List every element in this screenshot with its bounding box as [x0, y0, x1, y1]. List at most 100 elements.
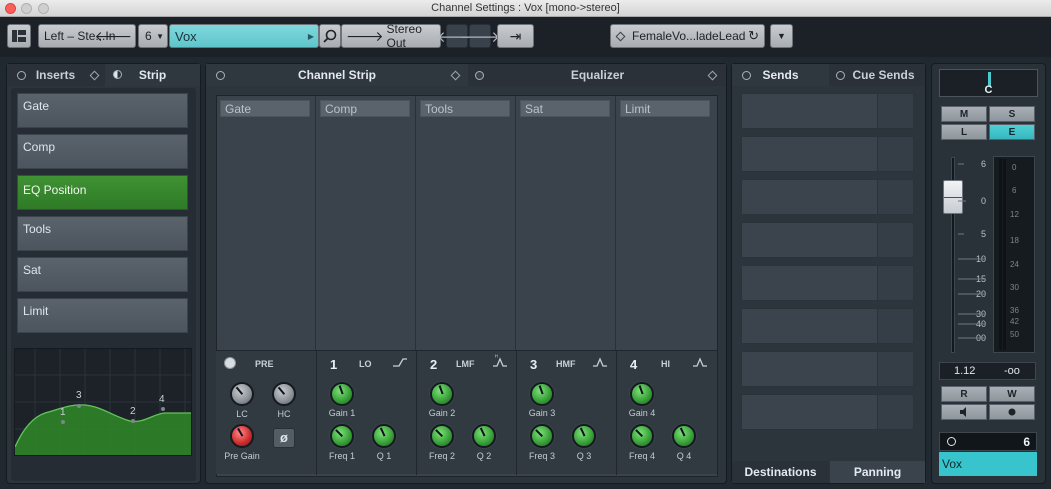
send-slot-8[interactable] [741, 394, 914, 430]
follow-selection-button[interactable]: ⇥ [497, 24, 534, 48]
input-routing-button[interactable]: Left – Ste...In 🡐 [38, 24, 136, 48]
strip-item-gate[interactable]: Gate [17, 93, 188, 128]
eq-node-1[interactable] [61, 420, 65, 424]
strip-item-eq-position[interactable]: EQ Position [17, 175, 188, 210]
eq-curve-display[interactable]: 1 3 2 4 [14, 348, 192, 456]
send-slot-3[interactable] [741, 179, 914, 215]
band-4-name: HI [661, 359, 670, 369]
freq-3-knob[interactable] [530, 424, 554, 448]
freq-2-knob[interactable] [430, 424, 454, 448]
gain-1-knob[interactable] [330, 382, 354, 406]
q-1-knob[interactable] [372, 424, 396, 448]
module-limit-slot[interactable]: Limit [620, 100, 710, 117]
peak-filter-icon[interactable]: ᴴ [492, 354, 508, 368]
monitor-button[interactable] [941, 404, 987, 420]
meter-peak-value[interactable]: -oo [1004, 365, 1020, 377]
svg-text:ᴴ: ᴴ [495, 354, 498, 361]
tab-equalizer[interactable]: Equalizer [469, 64, 726, 86]
gain-1-label: Gain 1 [328, 408, 356, 418]
send-slot-5[interactable] [741, 265, 914, 301]
hc-knob[interactable] [272, 382, 296, 406]
send-slot-4[interactable] [741, 222, 914, 258]
eq-node-2[interactable] [131, 419, 135, 423]
send-level[interactable] [877, 395, 913, 429]
eq-node-4[interactable] [161, 407, 165, 411]
gain-2-knob[interactable] [430, 382, 454, 406]
send-level[interactable] [877, 352, 913, 386]
eq-node-3[interactable] [77, 404, 81, 408]
gain-2-label: Gain 2 [428, 408, 456, 418]
q-3-knob[interactable] [572, 424, 596, 448]
freq-3-label: Freq 3 [528, 451, 555, 461]
send-slot-1[interactable] [741, 93, 914, 129]
q-1-label: Q 1 [376, 451, 392, 461]
send-slot-2[interactable] [741, 136, 914, 172]
tab-cue-sends[interactable]: Cue Sends [830, 64, 925, 86]
peak-filter-icon[interactable] [692, 356, 708, 368]
freq-4-knob[interactable] [630, 424, 654, 448]
module-sat-slot[interactable]: Sat [520, 100, 610, 117]
peak-filter-icon[interactable] [592, 356, 608, 368]
left-tabbar: Inserts Strip [7, 64, 200, 86]
send-level[interactable] [877, 309, 913, 343]
send-slot-7[interactable] [741, 351, 914, 387]
pre-gain-knob[interactable] [230, 424, 254, 448]
pan-control[interactable]: C [939, 69, 1038, 97]
q-4-knob[interactable] [672, 424, 696, 448]
q-2-knob[interactable] [472, 424, 496, 448]
edit-button[interactable]: E [989, 124, 1035, 140]
record-button[interactable] [989, 404, 1035, 420]
send-level[interactable] [877, 94, 913, 128]
tab-inserts[interactable]: Inserts [7, 64, 104, 86]
module-comp-slot[interactable]: Comp [320, 100, 410, 117]
send-slot-6[interactable] [741, 308, 914, 344]
tab-channel-strip[interactable]: Channel Strip [206, 64, 468, 86]
output-routing-button[interactable]: 🡒 Stereo Out [341, 22, 441, 50]
listen-button[interactable]: L [941, 124, 987, 140]
strip-item-limit[interactable]: Limit [17, 298, 188, 333]
gain-3-knob[interactable] [530, 382, 554, 406]
meter-scale-18: 18 [1010, 236, 1019, 245]
eq-node-2-label: 2 [130, 406, 136, 417]
preset-field[interactable]: FemaleVo...ladeLead ↻ [610, 24, 765, 48]
send-level[interactable] [877, 266, 913, 300]
send-level[interactable] [877, 137, 913, 171]
record-icon [1008, 408, 1016, 416]
write-automation-button[interactable]: W [989, 386, 1035, 402]
strip-item-sat[interactable]: Sat [17, 257, 188, 292]
read-automation-button[interactable]: R [941, 386, 987, 402]
power-dot-icon[interactable] [947, 437, 956, 446]
pre-enable-button[interactable] [224, 357, 236, 369]
channel-number-select[interactable]: 6 ▼ [138, 24, 168, 48]
band-4-number: 4 [630, 357, 638, 372]
layout-button[interactable] [7, 24, 31, 48]
lc-knob[interactable] [230, 382, 254, 406]
send-level[interactable] [877, 223, 913, 257]
solo-button[interactable]: S [989, 106, 1035, 122]
channel-name-field[interactable]: Vox ▶ [169, 24, 319, 48]
tab-sends[interactable]: Sends [732, 64, 829, 86]
gain-4-knob[interactable] [630, 382, 654, 406]
module-tools-slot[interactable]: Tools [420, 100, 510, 117]
tab-panning[interactable]: Panning [830, 461, 925, 483]
level-meter: 0 6 12 18 24 30 36 42 50 [993, 156, 1035, 353]
tab-destinations[interactable]: Destinations [732, 461, 829, 483]
channel-name-label[interactable]: Vox [939, 452, 1037, 476]
fader-value[interactable]: 1.12 [954, 365, 975, 377]
strip-item-comp[interactable]: Comp [17, 134, 188, 169]
phase-invert-button[interactable]: ø [273, 428, 295, 448]
preset-diamond-icon [615, 31, 626, 41]
search-button[interactable] [319, 24, 341, 48]
mute-button[interactable]: M [941, 106, 987, 122]
module-gate-slot[interactable]: Gate [220, 100, 310, 117]
channel-number-label: 6 [1023, 435, 1030, 449]
preset-menu-button[interactable]: ▼ [770, 24, 793, 48]
q-4-label: Q 4 [676, 451, 692, 461]
next-channel-button[interactable]: 🡒 [460, 24, 500, 48]
low-shelf-icon[interactable] [392, 356, 408, 368]
send-level[interactable] [877, 180, 913, 214]
pre-label: PRE [255, 359, 274, 369]
tab-strip[interactable]: Strip [105, 64, 200, 86]
freq-1-knob[interactable] [330, 424, 354, 448]
strip-item-tools[interactable]: Tools [17, 216, 188, 251]
